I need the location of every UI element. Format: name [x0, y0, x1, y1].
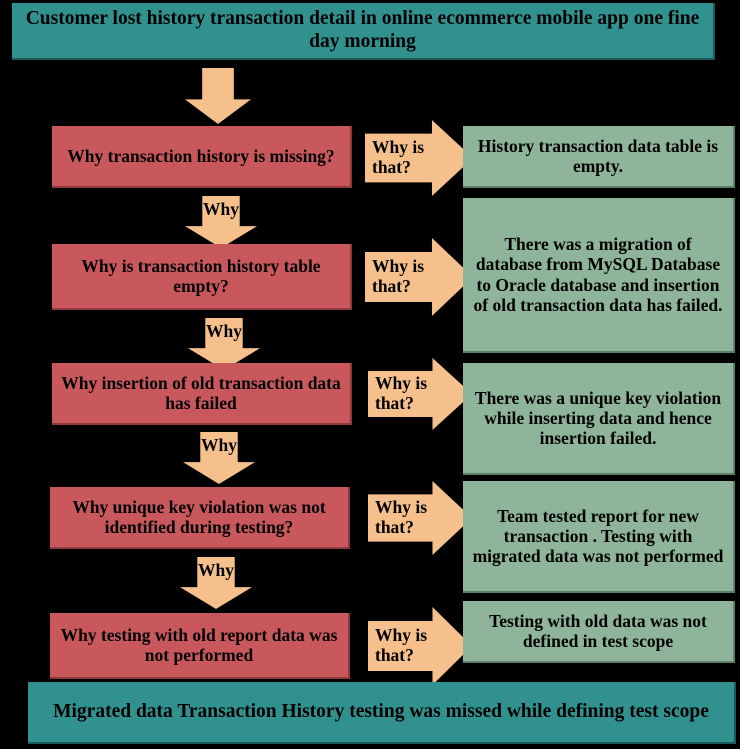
answer-box-level-2: There was a migration of database from M…	[463, 198, 735, 353]
flow-arrow-down-to-level-1	[185, 68, 251, 124]
question-box-level-3: Why insertion of old transaction data ha…	[52, 363, 352, 425]
question-box-level-1: Why transaction history is missing?	[52, 126, 352, 188]
why-is-that-arrow-level-1: Why is that?	[365, 120, 473, 196]
problem-statement-banner: Customer lost history transaction detail…	[12, 3, 715, 60]
why-arrow-level-3-to-4: Why	[183, 432, 255, 484]
question-box-level-5: Why testing with old report data was not…	[50, 613, 350, 679]
question-box-level-4: Why unique key violation was not identif…	[50, 487, 350, 549]
five-whys-diagram: Customer lost history transaction detail…	[0, 0, 740, 749]
answer-box-level-5: Testing with old data was not defined in…	[463, 601, 735, 663]
conclusion-banner: Migrated data Transaction History testin…	[28, 682, 736, 744]
answer-box-level-4: Team tested report for new transaction .…	[463, 481, 735, 593]
why-is-that-arrow-level-3: Why is that?	[368, 358, 472, 430]
why-arrow-level-4-to-5: Why	[180, 557, 252, 609]
why-is-that-arrow-level-4: Why is that?	[368, 481, 472, 555]
answer-box-level-3: There was a unique key violation while i…	[463, 363, 735, 475]
why-arrow-level-1-to-2: Why	[185, 196, 257, 248]
why-is-that-arrow-level-5: Why is that?	[368, 607, 472, 685]
why-is-that-arrow-level-2: Why is that?	[365, 238, 473, 316]
answer-box-level-1: History transaction data table is empty.	[463, 126, 735, 188]
question-box-level-2: Why is transaction history table empty?	[52, 244, 352, 310]
